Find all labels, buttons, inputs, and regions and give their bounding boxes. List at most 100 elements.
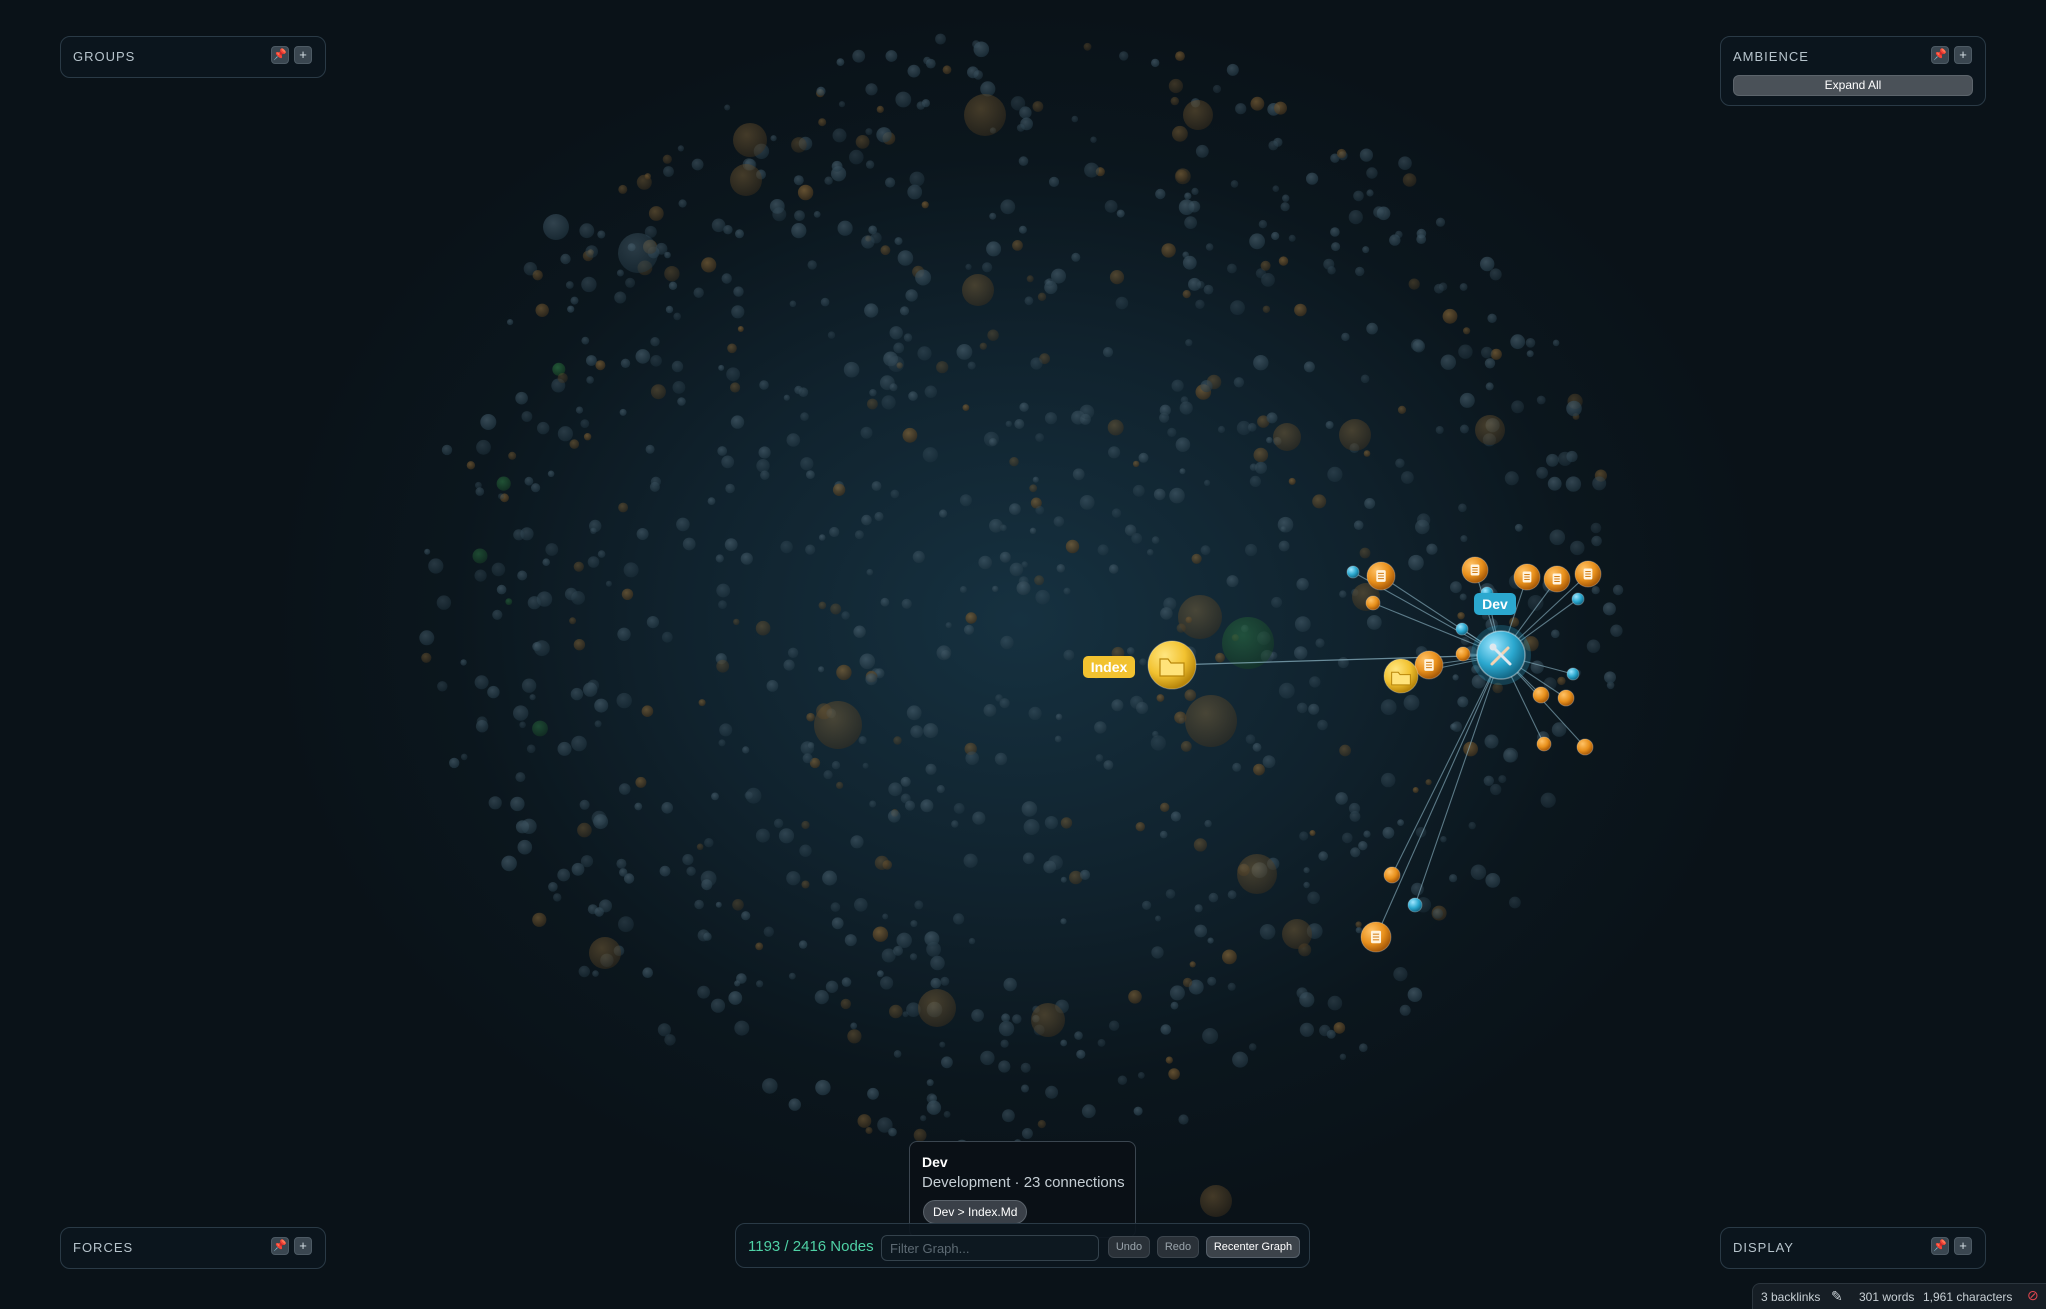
background-node	[1076, 1049, 1086, 1059]
recenter-graph-button[interactable]: Recenter Graph	[1206, 1236, 1300, 1258]
background-node	[1023, 819, 1040, 835]
note-node[interactable]	[1365, 595, 1381, 611]
note-node[interactable]	[1532, 686, 1550, 704]
background-node	[824, 176, 833, 185]
background-node	[1014, 419, 1025, 429]
background-node	[583, 433, 592, 441]
index-node[interactable]	[1147, 640, 1197, 690]
background-node	[616, 858, 627, 869]
background-node	[711, 792, 719, 801]
background-node	[1348, 802, 1361, 815]
note-node[interactable]	[1513, 563, 1541, 591]
folder-node[interactable]	[1383, 658, 1419, 694]
background-node	[1021, 1128, 1033, 1139]
background-node	[1184, 216, 1197, 230]
backlinks-count[interactable]: 3 backlinks	[1761, 1290, 1820, 1304]
groups-add-button[interactable]: +	[294, 46, 312, 64]
sync-off-icon[interactable]: ⊘	[2027, 1287, 2039, 1304]
background-node	[1253, 447, 1269, 463]
filter-graph-input[interactable]	[881, 1235, 1099, 1261]
background-node	[935, 33, 946, 45]
note-node[interactable]	[1414, 650, 1444, 680]
background-node	[1382, 826, 1395, 839]
background-node	[678, 199, 687, 208]
background-node	[1459, 424, 1469, 434]
forces-pin-button[interactable]: 📌	[271, 1237, 289, 1255]
tag-node[interactable]	[1571, 592, 1585, 606]
background-node	[1360, 374, 1370, 384]
background-node	[589, 937, 621, 969]
background-node	[529, 694, 536, 701]
background-node	[973, 70, 983, 80]
background-node	[1200, 545, 1211, 556]
background-node	[859, 653, 876, 670]
pencil-icon[interactable]: ✎	[1831, 1288, 1843, 1305]
undo-button[interactable]: Undo	[1108, 1236, 1150, 1258]
background-node	[707, 497, 716, 505]
background-node	[573, 639, 586, 651]
background-node	[1336, 148, 1347, 159]
background-node	[664, 266, 680, 282]
background-node	[1169, 487, 1185, 504]
redo-button[interactable]: Redo	[1157, 1236, 1199, 1258]
background-node	[786, 871, 801, 886]
background-node	[1530, 660, 1544, 674]
tooltip-path-chip[interactable]: Dev > Index.Md	[923, 1200, 1028, 1224]
tag-node[interactable]	[1407, 897, 1423, 913]
background-node	[801, 880, 810, 889]
background-node	[661, 802, 673, 814]
background-node	[741, 911, 751, 921]
background-node	[1000, 1039, 1009, 1048]
background-node	[715, 901, 722, 908]
pin-icon: 📌	[273, 1240, 287, 1252]
note-node[interactable]	[1461, 556, 1489, 584]
background-node	[889, 326, 903, 340]
groups-pin-button[interactable]: 📌	[271, 46, 289, 64]
background-node	[973, 41, 990, 58]
background-node	[513, 529, 525, 541]
background-node	[909, 953, 918, 961]
background-node	[889, 383, 898, 392]
note-node[interactable]	[1576, 738, 1594, 756]
background-node	[731, 305, 745, 319]
background-node	[1459, 593, 1467, 601]
display-pin-button[interactable]: 📌	[1931, 1237, 1949, 1255]
background-node	[1194, 924, 1208, 938]
tag-node[interactable]	[1566, 667, 1580, 681]
background-node	[1408, 278, 1420, 290]
background-node	[1440, 354, 1457, 370]
background-node	[664, 251, 671, 259]
background-node	[1450, 723, 1458, 731]
note-node[interactable]	[1366, 561, 1396, 591]
note-node[interactable]	[1574, 560, 1602, 588]
graph-canvas[interactable]: Index Dev	[0, 0, 2046, 1309]
expand-all-button[interactable]: Expand All	[1733, 75, 1973, 96]
note-node[interactable]	[1360, 921, 1392, 953]
note-node[interactable]	[1383, 866, 1401, 884]
background-node	[682, 854, 694, 866]
ambience-pin-button[interactable]: 📌	[1931, 46, 1949, 64]
dev-node[interactable]	[1471, 625, 1531, 685]
background-node	[1010, 96, 1026, 111]
display-add-button[interactable]: +	[1954, 1237, 1972, 1255]
tag-node[interactable]	[1346, 565, 1360, 579]
note-node[interactable]	[1455, 646, 1471, 662]
background-node	[691, 158, 704, 171]
background-node	[865, 673, 878, 686]
background-node	[737, 326, 744, 332]
ambience-add-button[interactable]: +	[1954, 46, 1972, 64]
background-node	[783, 394, 790, 401]
background-node	[885, 177, 896, 188]
note-node[interactable]	[1557, 689, 1575, 707]
background-node	[1022, 852, 1035, 865]
background-node	[1124, 524, 1137, 536]
note-node[interactable]	[1536, 736, 1552, 752]
background-node	[1335, 792, 1348, 805]
background-node	[1048, 855, 1063, 871]
background-node	[1071, 115, 1079, 123]
background-node	[1021, 561, 1028, 568]
background-node	[532, 270, 543, 281]
tag-node[interactable]	[1455, 622, 1469, 636]
forces-add-button[interactable]: +	[294, 1237, 312, 1255]
note-node[interactable]	[1543, 565, 1571, 593]
